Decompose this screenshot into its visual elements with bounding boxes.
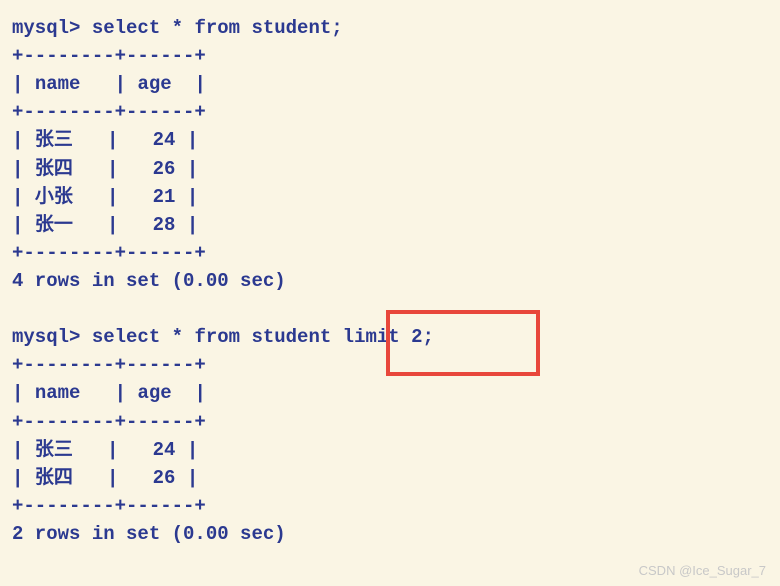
table-row: | 张四 | 26 |: [12, 464, 768, 492]
mysql-prompt: mysql>: [12, 326, 92, 348]
col-name: name: [35, 382, 81, 404]
cell-age: 24: [153, 129, 176, 151]
table-border: +--------+------+: [12, 408, 768, 436]
table-row: | 张三 | 24 |: [12, 436, 768, 464]
cell-age: 26: [153, 467, 176, 489]
cell-age: 26: [153, 158, 176, 180]
prompt-line-1: mysql> select * from student;: [12, 14, 768, 42]
table-border: +--------+------+: [12, 492, 768, 520]
table-border: +--------+------+: [12, 42, 768, 70]
cell-age: 21: [153, 186, 176, 208]
cell-name: 张四: [35, 158, 73, 180]
col-age: age: [137, 73, 171, 95]
mysql-prompt: mysql>: [12, 17, 92, 39]
cell-name: 张三: [35, 439, 73, 461]
table-header-row: | name | age |: [12, 70, 768, 98]
status-line-2: 2 rows in set (0.00 sec): [12, 520, 768, 548]
cell-age: 24: [153, 439, 176, 461]
cell-name: 张一: [35, 214, 73, 236]
table-border: +--------+------+: [12, 239, 768, 267]
table-border: +--------+------+: [12, 98, 768, 126]
cell-age: 28: [153, 214, 176, 236]
col-age: age: [137, 382, 171, 404]
cell-name: 张三: [35, 129, 73, 151]
sql-query-1: select * from student;: [92, 17, 343, 39]
cell-name: 张四: [35, 467, 73, 489]
table-row: | 张一 | 28 |: [12, 211, 768, 239]
sql-limit-clause: limit 2;: [331, 326, 434, 348]
sql-query-2a: select * from student: [92, 326, 331, 348]
table-row: | 张三 | 24 |: [12, 126, 768, 154]
cell-name: 小张: [35, 186, 73, 208]
table-border: +--------+------+: [12, 351, 768, 379]
table-row: | 张四 | 26 |: [12, 155, 768, 183]
table-header-row: | name | age |: [12, 379, 768, 407]
prompt-line-2: mysql> select * from student limit 2;: [12, 323, 768, 351]
watermark-text: CSDN @Ice_Sugar_7: [639, 561, 766, 580]
col-name: name: [35, 73, 81, 95]
blank-line: [12, 295, 768, 323]
table-row: | 小张 | 21 |: [12, 183, 768, 211]
status-line-1: 4 rows in set (0.00 sec): [12, 267, 768, 295]
